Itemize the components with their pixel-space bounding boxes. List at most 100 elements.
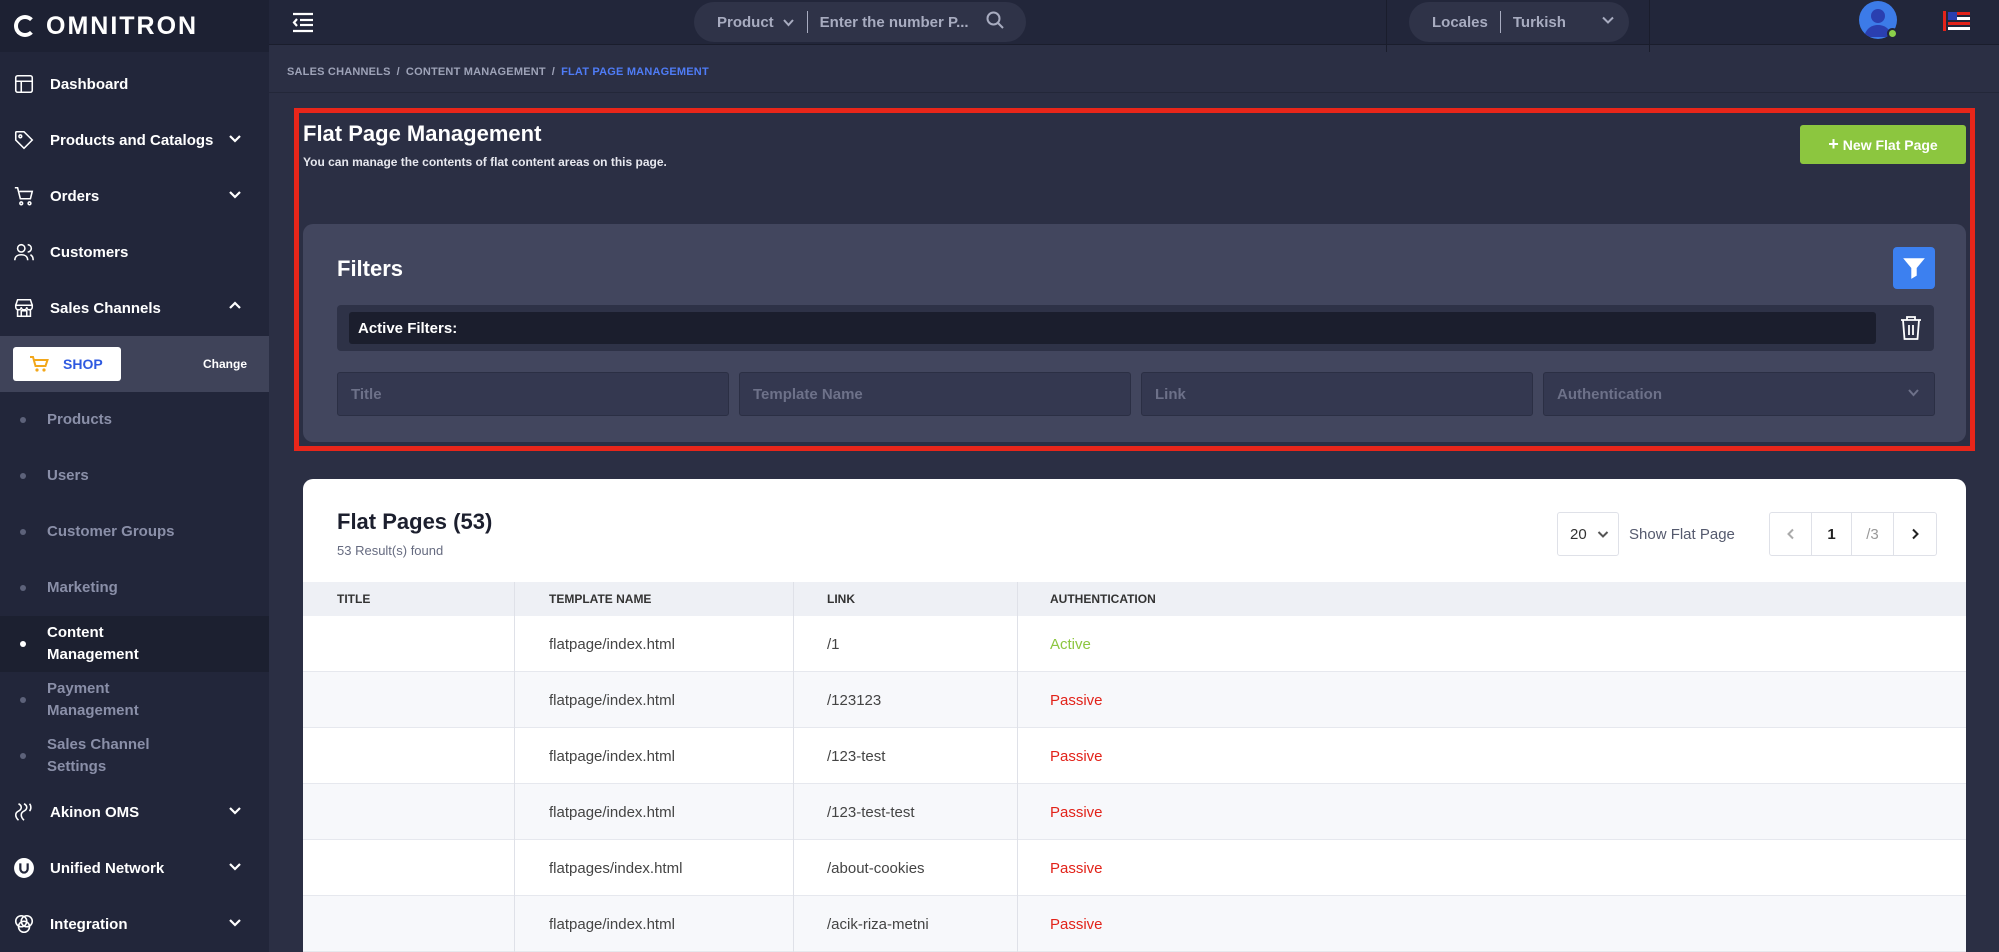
sidebar-subitem-products[interactable]: Products (0, 392, 269, 448)
table-row[interactable]: flatpage/index.html /123123 Passive (303, 672, 1966, 728)
table-row[interactable]: flatpage/index.html /123-test-test Passi… (303, 784, 1966, 840)
cell-link: /1 (794, 616, 1018, 672)
shopping-cart-icon (30, 356, 49, 372)
column-header-title[interactable]: TITLE (303, 582, 515, 616)
next-page-button[interactable] (1894, 513, 1936, 555)
cell-authentication: Passive (1050, 915, 1103, 933)
cell-template-name: flatpage/index.html (515, 616, 794, 672)
sidebar-item-integration[interactable]: Integration (0, 896, 269, 952)
page-size-select[interactable]: 20 (1557, 512, 1619, 556)
flag-menu-icon[interactable] (1943, 11, 1971, 31)
sidebar-item-label: Customers (50, 243, 129, 261)
brand[interactable]: OMNITRON (0, 0, 269, 52)
pagination: 1 /3 (1769, 512, 1937, 556)
sidebar-subitem-users[interactable]: Users (0, 448, 269, 504)
sidebar-subitem-marketing[interactable]: Marketing (0, 560, 269, 616)
tag-icon (12, 128, 36, 152)
bullet-icon (20, 417, 26, 423)
cell-template-name: flatpage/index.html (515, 728, 794, 784)
sidebar-subitem-sales-channel-settings[interactable]: Sales Channel Settings (0, 728, 269, 784)
cell-authentication: Passive (1050, 803, 1103, 821)
change-channel-link[interactable]: Change (203, 357, 247, 371)
cell-authentication: Active (1050, 635, 1091, 653)
channel-selector: SHOP Change (0, 336, 269, 392)
shop-channel-button[interactable]: SHOP (13, 347, 121, 381)
sidebar-item-label: Dashboard (50, 75, 129, 93)
authentication-filter-select[interactable]: Authentication (1543, 372, 1935, 416)
template-name-filter-input[interactable] (739, 372, 1131, 416)
sidebar-item-customers[interactable]: Customers (0, 224, 269, 280)
chevron-down-icon (1907, 386, 1920, 403)
bullet-icon (20, 585, 26, 591)
column-header-template-name[interactable]: TEMPLATE NAME (515, 582, 794, 616)
title-filter-input[interactable] (337, 372, 729, 416)
table-row[interactable]: flatpage/index.html /acik-riza-metni Pas… (303, 896, 1966, 952)
bullet-icon (20, 641, 26, 647)
sidebar-item-label: Integration (50, 915, 128, 933)
menu-collapse-icon[interactable] (291, 11, 315, 33)
sidebar-subitem-payment-management[interactable]: Payment Management (0, 672, 269, 728)
sidebar-item-akinon-oms[interactable]: Akinon OMS (0, 784, 269, 840)
active-filters-label: Active Filters: (349, 312, 1876, 344)
bullet-icon (20, 473, 26, 479)
search-input[interactable] (819, 13, 985, 31)
chevron-down-icon (227, 858, 243, 878)
sidebar-item-dashboard[interactable]: Dashboard (0, 56, 269, 112)
authentication-filter-placeholder: Authentication (1557, 385, 1662, 403)
chevron-down-icon (227, 130, 243, 150)
online-status-indicator (1887, 28, 1898, 39)
table-row[interactable]: flatpages/index.html /about-cookies Pass… (303, 840, 1966, 896)
current-page[interactable]: 1 (1812, 513, 1852, 555)
flat-pages-table-card: Flat Pages (53) 53 Result(s) found 20 Sh… (303, 479, 1966, 952)
table-title: Flat Pages (53) (337, 509, 493, 534)
global-search: Product (694, 2, 1026, 42)
column-header-link[interactable]: LINK (794, 582, 1018, 616)
cell-title (303, 728, 515, 784)
new-flat-page-button[interactable]: + New Flat Page (1800, 125, 1966, 164)
cell-link: /123123 (794, 672, 1018, 728)
sidebar-subitem-content-management[interactable]: Content Management (0, 616, 269, 672)
sidebar-subitem-customer-groups[interactable]: Customer Groups (0, 504, 269, 560)
chevron-down-icon (227, 186, 243, 206)
cell-authentication: Passive (1050, 859, 1103, 877)
filter-toggle-button[interactable] (1893, 247, 1935, 289)
divider (1649, 0, 1650, 52)
chevron-right-icon (1912, 528, 1919, 540)
breadcrumb-item[interactable]: SALES CHANNELS (287, 66, 391, 78)
trash-icon[interactable] (1899, 315, 1923, 341)
page-subtitle: You can manage the contents of flat cont… (303, 155, 667, 169)
dashboard-icon (12, 72, 36, 96)
divider (1386, 0, 1387, 52)
filters-panel: Filters Active Filters: Authentication (303, 224, 1966, 442)
breadcrumb-current: FLAT PAGE MANAGEMENT (561, 66, 709, 78)
cart-icon (12, 184, 36, 208)
column-header-authentication[interactable]: AUTHENTICATION (1018, 582, 1966, 616)
search-type-select[interactable]: Product (717, 14, 795, 31)
locale-selector[interactable]: Locales Turkish (1409, 2, 1629, 42)
show-label: Show Flat Page (1629, 526, 1735, 543)
result-count: 53 Result(s) found (337, 543, 444, 558)
cell-link: /about-cookies (794, 840, 1018, 896)
link-filter-input[interactable] (1141, 372, 1533, 416)
search-type-label: Product (717, 13, 774, 31)
table-row[interactable]: flatpage/index.html /123-test Passive (303, 728, 1966, 784)
table-row[interactable]: flatpage/index.html /1 Active (303, 616, 1966, 672)
cell-title (303, 672, 515, 728)
breadcrumb-item[interactable]: CONTENT MANAGEMENT (406, 66, 546, 78)
page-size-value: 20 (1570, 525, 1587, 543)
sidebar-item-label: Unified Network (50, 859, 165, 877)
cell-template-name: flatpages/index.html (515, 840, 794, 896)
search-icon[interactable] (985, 10, 1005, 35)
new-flat-page-label: New Flat Page (1842, 136, 1938, 153)
cell-link: /123-test (794, 728, 1018, 784)
cell-link: /123-test-test (794, 784, 1018, 840)
filters-title: Filters (337, 256, 404, 281)
sidebar-item-sales-channels[interactable]: Sales Channels (0, 280, 269, 336)
omnitron-logo-icon (14, 15, 36, 37)
prev-page-button[interactable] (1770, 513, 1812, 555)
sidebar-item-unified-network[interactable]: Unified Network (0, 840, 269, 896)
sidebar-item-label: Products and Catalogs (50, 131, 214, 149)
sidebar-item-products-and-catalogs[interactable]: Products and Catalogs (0, 112, 269, 168)
topbar: Product Locales Turkish (269, 0, 1999, 52)
sidebar-item-orders[interactable]: Orders (0, 168, 269, 224)
